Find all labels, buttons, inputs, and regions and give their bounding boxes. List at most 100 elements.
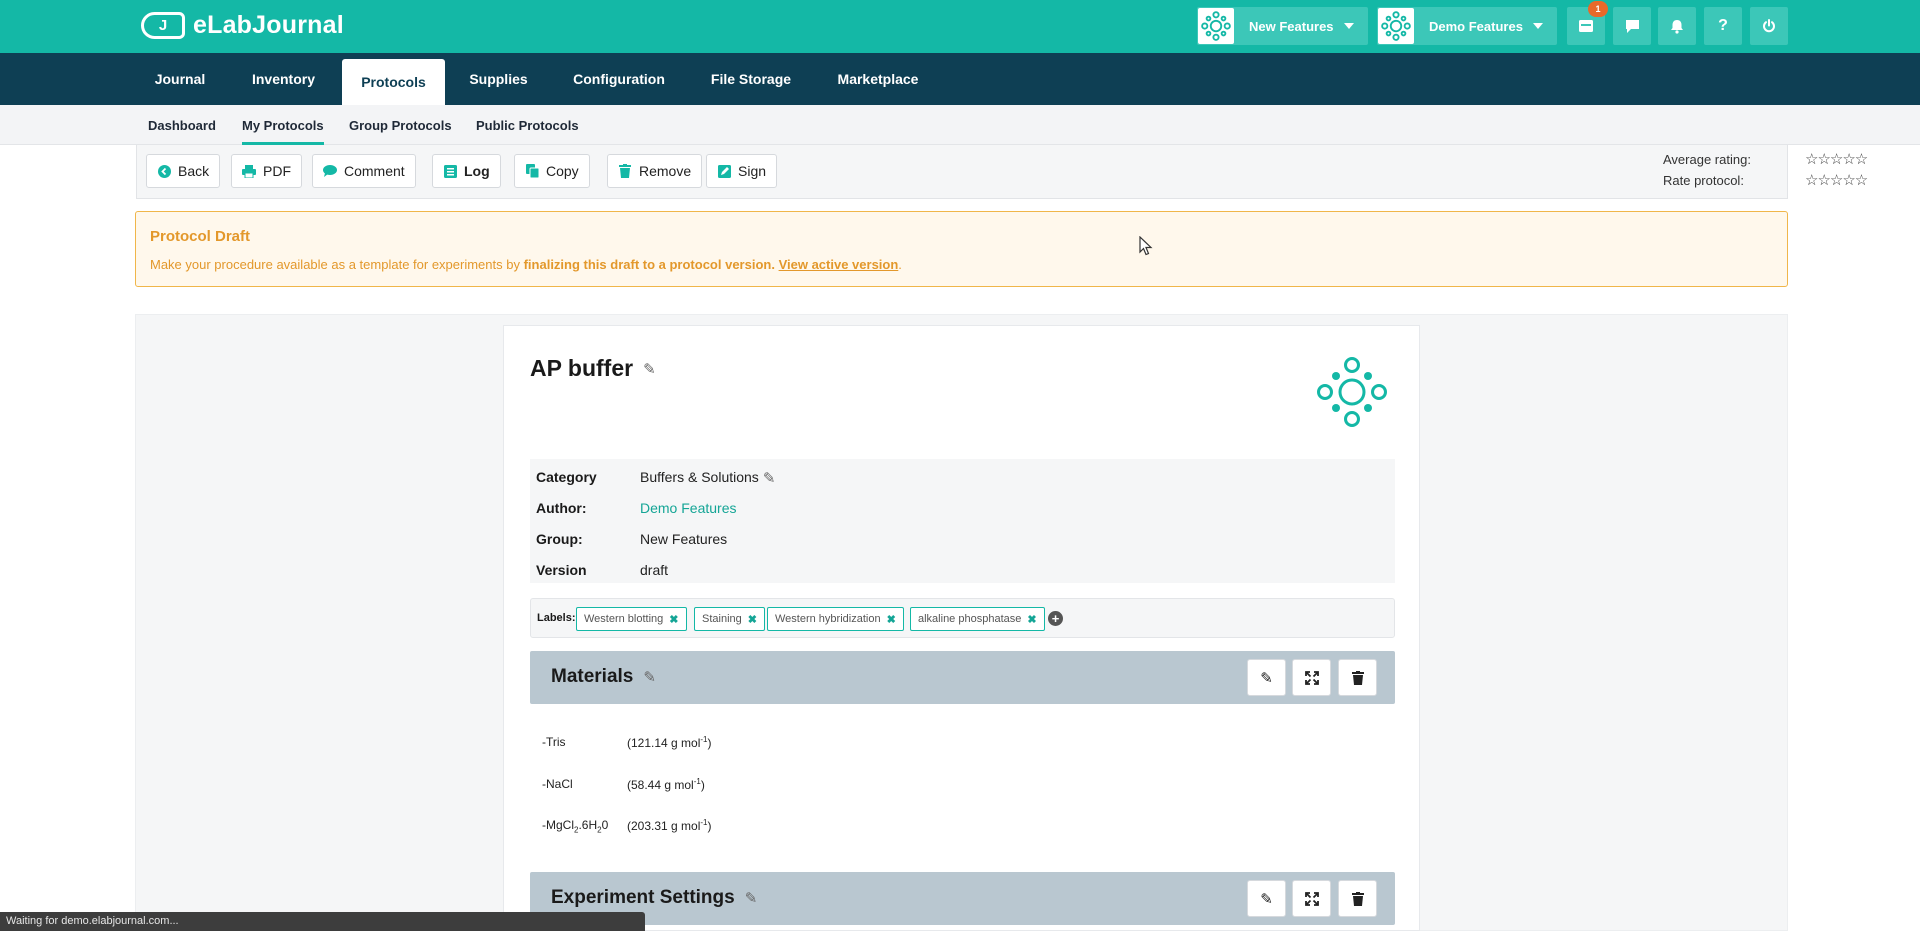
nav-journal[interactable]: Journal	[140, 53, 220, 105]
nav-protocols[interactable]: Protocols	[342, 59, 445, 105]
material-row: -Tris (121.14 g mol-1)	[542, 735, 712, 750]
close-icon[interactable]: ✖	[748, 613, 757, 626]
labels-bar: Labels: Western blotting ✖ Staining ✖ West…	[530, 598, 1395, 638]
label-text: Staining	[702, 613, 742, 625]
meta-value-category: Buffers & Solutions	[640, 469, 759, 485]
browser-status-bar: Waiting for demo.elabjournal.com...	[0, 912, 645, 931]
protocol-toolbar: Back PDF Comment Log Copy Remove Sign Av…	[136, 145, 1868, 199]
author-link[interactable]: Demo Features	[640, 500, 736, 516]
section-experiment-settings: Experiment Settings ✎ ✎	[530, 872, 1395, 925]
meta-key: Version	[536, 562, 587, 578]
close-icon[interactable]: ✖	[887, 613, 896, 626]
draft-text-prefix: Make your procedure available as a templ…	[150, 257, 524, 272]
pdf-label: PDF	[263, 163, 291, 179]
nav-marketplace[interactable]: Marketplace	[825, 53, 931, 105]
labels-title: Labels:	[537, 612, 576, 624]
meta-row-group: Group: New Features	[536, 531, 727, 547]
trash-icon	[1351, 670, 1364, 685]
close-icon[interactable]: ✖	[1027, 613, 1036, 626]
inbox-icon	[1579, 20, 1593, 32]
log-label: Log	[464, 163, 490, 179]
meta-value-group: New Features	[640, 531, 728, 547]
material-amount: (121.14 g mol-1)	[627, 735, 712, 750]
subnav-public-protocols[interactable]: Public Protocols	[476, 105, 579, 145]
pencil-icon[interactable]: ✎	[763, 469, 776, 487]
sign-button[interactable]: Sign	[706, 154, 778, 188]
chat-button[interactable]	[1613, 7, 1651, 45]
pencil-icon[interactable]: ✎	[745, 889, 758, 907]
expand-icon	[1304, 891, 1319, 906]
protocol-title-text: AP buffer	[530, 355, 634, 381]
user-label: Demo Features	[1429, 18, 1523, 34]
user-switcher[interactable]: Demo Features	[1377, 7, 1557, 45]
mouse-cursor-icon	[1139, 236, 1153, 256]
average-rating-label: Average rating:	[1663, 152, 1751, 167]
protocol-logo-icon	[1317, 357, 1387, 427]
meta-row-version: Version draft	[536, 562, 668, 578]
material-amount: (203.31 g mol-1)	[627, 818, 712, 833]
rate-protocol-stars[interactable]: ☆☆☆☆☆	[1805, 171, 1868, 189]
expand-section-button[interactable]	[1292, 880, 1331, 917]
subnav-group-protocols[interactable]: Group Protocols	[349, 105, 452, 145]
subnav-my-protocols[interactable]: My Protocols	[242, 105, 324, 145]
label-text: alkaline phosphatase	[918, 613, 1022, 625]
delete-section-button[interactable]	[1338, 880, 1377, 917]
logout-button[interactable]	[1750, 7, 1788, 45]
meta-key: Category	[536, 469, 597, 485]
label-chip[interactable]: Western blotting ✖	[576, 607, 687, 631]
copy-button[interactable]: Copy	[514, 154, 590, 188]
back-button[interactable]: Back	[146, 154, 221, 188]
nav-supplies[interactable]: Supplies	[455, 53, 542, 105]
meta-key: Author:	[536, 500, 587, 516]
nav-configuration[interactable]: Configuration	[560, 53, 678, 105]
plus-circle-icon[interactable]: +	[1048, 611, 1063, 626]
logo-text: eLabJournal	[193, 11, 344, 39]
app-logo[interactable]: J eLabJournal	[141, 11, 344, 40]
inbox-button[interactable]: 1	[1567, 1, 1608, 45]
view-active-version-link[interactable]: View active version	[779, 257, 899, 272]
meta-row-author: Author: Demo Features	[536, 500, 736, 516]
label-chip[interactable]: Western hybridization ✖	[767, 607, 904, 631]
top-bar: J eLabJournal New Features Demo Features…	[0, 0, 1920, 53]
trash-icon	[1351, 891, 1364, 906]
section-title: Experiment Settings ✎	[551, 887, 757, 909]
sub-navigation: Dashboard My Protocols Group Protocols P…	[0, 105, 1920, 145]
material-name: -NaCl	[542, 777, 573, 791]
meta-value-version: draft	[640, 562, 669, 578]
pencil-icon[interactable]: ✎	[643, 360, 656, 378]
help-button[interactable]: ?	[1704, 7, 1742, 45]
nav-file-storage[interactable]: File Storage	[698, 53, 804, 105]
material-name: -MgCl2.6H20	[542, 818, 609, 835]
chevron-down-icon	[1343, 23, 1354, 29]
label-chip[interactable]: Staining ✖	[694, 607, 765, 631]
edit-section-button[interactable]: ✎	[1247, 880, 1286, 917]
workspace-label: New Features	[1249, 18, 1334, 34]
close-icon[interactable]: ✖	[669, 613, 678, 626]
remove-button[interactable]: Remove	[607, 154, 703, 188]
nav-inventory[interactable]: Inventory	[236, 53, 331, 105]
expand-section-button[interactable]	[1292, 659, 1331, 696]
meta-key: Group:	[536, 531, 583, 547]
draft-banner: Protocol Draft Make your procedure avail…	[135, 211, 1788, 287]
pencil-icon: ✎	[1260, 890, 1273, 908]
subnav-dashboard[interactable]: Dashboard	[148, 105, 216, 145]
comment-button[interactable]: Comment	[312, 154, 416, 188]
material-row: -NaCl (58.44 g mol-1)	[542, 777, 705, 792]
log-button[interactable]: Log	[432, 154, 501, 188]
label-chip[interactable]: alkaline phosphatase ✖	[910, 607, 1045, 631]
draft-text-suffix: .	[898, 257, 902, 272]
draft-message: Make your procedure available as a templ…	[150, 257, 902, 272]
delete-section-button[interactable]	[1338, 659, 1377, 696]
meta-row-category: Category Buffers & Solutions ✎	[536, 469, 775, 487]
edit-section-button[interactable]: ✎	[1247, 659, 1286, 696]
average-rating-stars: ☆☆☆☆☆	[1805, 151, 1868, 168]
chat-icon	[1625, 19, 1639, 33]
section-materials: Materials ✎ ✎	[530, 651, 1395, 704]
pencil-icon[interactable]: ✎	[643, 668, 656, 686]
pdf-button[interactable]: PDF	[231, 154, 302, 188]
workspace-switcher-group[interactable]: New Features	[1197, 7, 1368, 45]
finalize-draft-link[interactable]: finalizing this draft to a protocol vers…	[524, 257, 775, 272]
copy-icon	[525, 164, 539, 178]
material-name: -Tris	[542, 735, 566, 749]
notifications-button[interactable]	[1658, 7, 1696, 45]
